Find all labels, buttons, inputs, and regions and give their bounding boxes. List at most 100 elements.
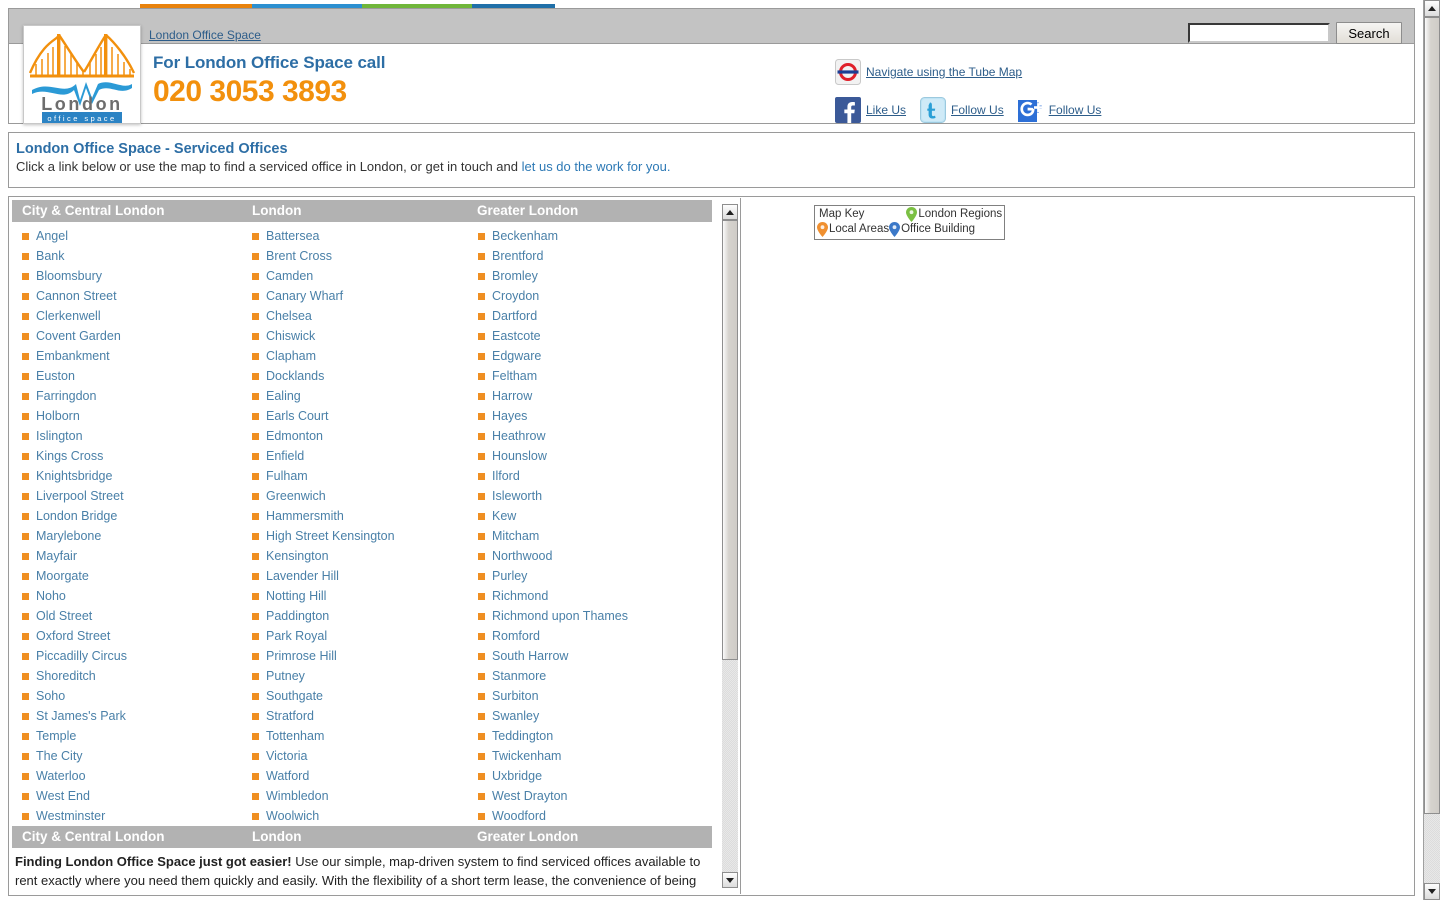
location-item[interactable]: Putney — [252, 666, 468, 686]
location-item[interactable]: Enfield — [252, 446, 468, 466]
location-link[interactable]: Kensington — [266, 549, 329, 563]
location-item[interactable]: Paddington — [252, 606, 468, 626]
location-item[interactable]: Clapham — [252, 346, 468, 366]
location-item[interactable]: Stratford — [252, 706, 468, 726]
location-link[interactable]: Woolwich — [266, 809, 319, 823]
location-item[interactable]: Park Royal — [252, 626, 468, 646]
location-item[interactable]: South Harrow — [478, 646, 698, 666]
location-item[interactable]: Northwood — [478, 546, 698, 566]
location-link[interactable]: Battersea — [266, 229, 320, 243]
location-link[interactable]: Hammersmith — [266, 509, 344, 523]
location-item[interactable]: Farringdon — [22, 386, 242, 406]
location-link[interactable]: Putney — [266, 669, 305, 683]
window-scroll-down-button[interactable] — [1424, 883, 1440, 900]
location-item[interactable]: Hounslow — [478, 446, 698, 466]
location-link[interactable]: Westminster — [36, 809, 105, 823]
location-link[interactable]: Primrose Hill — [266, 649, 337, 663]
location-link[interactable]: West End — [36, 789, 90, 803]
location-link[interactable]: Feltham — [492, 369, 537, 383]
location-link[interactable]: Chelsea — [266, 309, 312, 323]
location-link[interactable]: Enfield — [266, 449, 304, 463]
location-item[interactable]: Liverpool Street — [22, 486, 242, 506]
location-link[interactable]: Moorgate — [36, 569, 89, 583]
location-item[interactable]: Hammersmith — [252, 506, 468, 526]
search-input[interactable] — [1188, 23, 1330, 43]
location-link[interactable]: Knightsbridge — [36, 469, 112, 483]
location-link[interactable]: Farringdon — [36, 389, 96, 403]
location-item[interactable]: High Street Kensington — [252, 526, 468, 546]
location-item[interactable]: Wimbledon — [252, 786, 468, 806]
site-logo[interactable]: London office space — [23, 25, 141, 124]
location-item[interactable]: Temple — [22, 726, 242, 746]
location-link[interactable]: Brentford — [492, 249, 543, 263]
location-link[interactable]: Croydon — [492, 289, 539, 303]
location-link[interactable]: Surbiton — [492, 689, 539, 703]
location-item[interactable]: Shoreditch — [22, 666, 242, 686]
location-link[interactable]: Temple — [36, 729, 76, 743]
location-item[interactable]: Oxford Street — [22, 626, 242, 646]
location-link[interactable]: Islington — [36, 429, 83, 443]
location-item[interactable]: Woolwich — [252, 806, 468, 826]
location-item[interactable]: Brentford — [478, 246, 698, 266]
location-link[interactable]: Earls Court — [266, 409, 329, 423]
location-item[interactable]: Surbiton — [478, 686, 698, 706]
location-item[interactable]: Brent Cross — [252, 246, 468, 266]
location-link[interactable]: Cannon Street — [36, 289, 117, 303]
location-item[interactable]: Richmond upon Thames — [478, 606, 698, 626]
location-link[interactable]: Eastcote — [492, 329, 541, 343]
location-item[interactable]: Noho — [22, 586, 242, 606]
location-item[interactable]: West Drayton — [478, 786, 698, 806]
location-item[interactable]: Holborn — [22, 406, 242, 426]
location-item[interactable]: Woodford — [478, 806, 698, 826]
location-link[interactable]: Liverpool Street — [36, 489, 124, 503]
location-item[interactable]: St James's Park — [22, 706, 242, 726]
location-item[interactable]: Edmonton — [252, 426, 468, 446]
facebook-link[interactable]: Like Us — [835, 97, 906, 123]
location-link[interactable]: Clapham — [266, 349, 316, 363]
location-link[interactable]: Hounslow — [492, 449, 547, 463]
location-item[interactable]: Marylebone — [22, 526, 242, 546]
twitter-link[interactable]: Follow Us — [920, 97, 1004, 123]
search-button[interactable]: Search — [1336, 22, 1402, 44]
map-pane[interactable]: Map Key London Regions Local Areas Offic… — [740, 198, 1414, 894]
window-scroll-track[interactable] — [1424, 17, 1440, 883]
location-item[interactable]: Kensington — [252, 546, 468, 566]
location-link[interactable]: Heathrow — [492, 429, 546, 443]
location-item[interactable]: Embankment — [22, 346, 242, 366]
location-link[interactable]: Brent Cross — [266, 249, 332, 263]
brand-home-link[interactable]: London Office Space — [149, 28, 261, 42]
location-item[interactable]: Purley — [478, 566, 698, 586]
location-link[interactable]: Piccadilly Circus — [36, 649, 127, 663]
location-item[interactable]: Chelsea — [252, 306, 468, 326]
location-link[interactable]: Bank — [36, 249, 65, 263]
location-link[interactable]: West Drayton — [492, 789, 568, 803]
location-link[interactable]: Notting Hill — [266, 589, 326, 603]
location-item[interactable]: Cannon Street — [22, 286, 242, 306]
location-link[interactable]: Shoreditch — [36, 669, 96, 683]
location-item[interactable]: Earls Court — [252, 406, 468, 426]
location-item[interactable]: London Bridge — [22, 506, 242, 526]
location-link[interactable]: Romford — [492, 629, 540, 643]
location-link[interactable]: Mitcham — [492, 529, 539, 543]
location-item[interactable]: West End — [22, 786, 242, 806]
locations-scrollbar[interactable] — [722, 198, 739, 894]
location-link[interactable]: Fulham — [266, 469, 308, 483]
location-link[interactable]: Wimbledon — [266, 789, 329, 803]
location-item[interactable]: Hayes — [478, 406, 698, 426]
location-link[interactable]: Isleworth — [492, 489, 542, 503]
location-item[interactable]: Chiswick — [252, 326, 468, 346]
location-link[interactable]: London Bridge — [36, 509, 117, 523]
location-link[interactable]: Soho — [36, 689, 65, 703]
location-link[interactable]: Watford — [266, 769, 309, 783]
location-item[interactable]: Westminster — [22, 806, 242, 826]
location-item[interactable]: Fulham — [252, 466, 468, 486]
location-link[interactable]: Bloomsbury — [36, 269, 102, 283]
location-item[interactable]: Richmond — [478, 586, 698, 606]
location-link[interactable]: Marylebone — [36, 529, 101, 543]
location-item[interactable]: Clerkenwell — [22, 306, 242, 326]
scroll-up-button[interactable] — [722, 204, 738, 220]
location-link[interactable]: Dartford — [492, 309, 537, 323]
location-item[interactable]: Lavender Hill — [252, 566, 468, 586]
location-link[interactable]: Edgware — [492, 349, 541, 363]
location-link[interactable]: The City — [36, 749, 83, 763]
